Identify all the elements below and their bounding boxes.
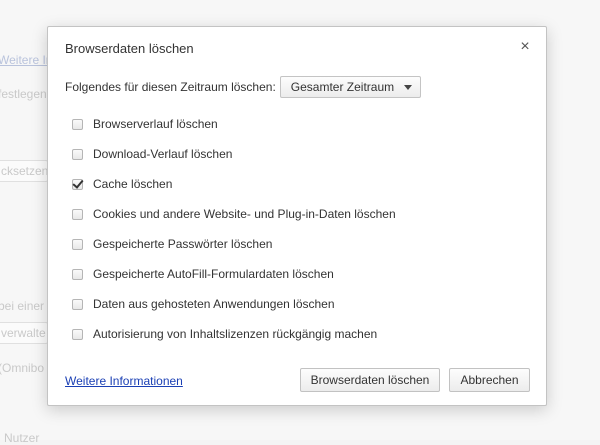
checkbox[interactable] <box>72 268 83 280</box>
option-download-history[interactable]: Download-Verlauf löschen <box>72 139 396 169</box>
option-passwords[interactable]: Gespeicherte Passwörter löschen <box>72 229 396 259</box>
option-label: Cache löschen <box>93 177 173 191</box>
checkbox[interactable] <box>72 148 83 160</box>
cancel-button[interactable]: Abbrechen <box>449 368 530 392</box>
option-autofill[interactable]: Gespeicherte AutoFill-Formulardaten lösc… <box>72 259 396 289</box>
data-type-options: Browserverlauf löschen Download-Verlauf … <box>72 109 396 349</box>
option-content-licenses[interactable]: Autorisierung von Inhaltslizenzen rückgä… <box>72 319 396 349</box>
option-label: Gespeicherte Passwörter löschen <box>93 237 273 251</box>
more-info-link[interactable]: Weitere Informationen <box>65 374 183 388</box>
time-period-select[interactable]: Gesamter Zeitraum <box>279 76 422 98</box>
time-period-selected-value: Gesamter Zeitraum <box>290 80 395 94</box>
option-label: Browserverlauf löschen <box>93 117 218 131</box>
option-cookies[interactable]: Cookies und andere Website- und Plug-in-… <box>72 199 396 229</box>
option-browsing-history[interactable]: Browserverlauf löschen <box>72 109 396 139</box>
checkbox[interactable] <box>72 238 83 250</box>
close-icon[interactable]: × <box>518 39 532 55</box>
clear-browsing-data-dialog: Browserdaten löschen × Folgendes für die… <box>47 26 547 406</box>
option-label: Daten aus gehosteten Anwendungen löschen <box>93 297 335 311</box>
bg-reset-field: cksetzen <box>0 160 48 182</box>
bg-manage-field: verwalte <box>0 322 48 344</box>
time-period-label: Folgendes für diesen Zeitraum löschen: <box>65 80 276 94</box>
checkbox[interactable] <box>72 208 83 220</box>
checkbox[interactable] <box>72 118 83 130</box>
bg-more-info-link: Weitere In <box>0 53 53 67</box>
checkbox[interactable] <box>72 328 83 340</box>
option-label: Cookies und andere Website- und Plug-in-… <box>93 207 396 221</box>
option-hosted-app-data[interactable]: Daten aus gehosteten Anwendungen löschen <box>72 289 396 319</box>
dialog-title: Browserdaten löschen <box>65 41 194 56</box>
option-label: Download-Verlauf löschen <box>93 147 233 161</box>
option-label: Autorisierung von Inhaltslizenzen rückgä… <box>93 327 378 341</box>
dropdown-arrow-icon <box>404 84 413 90</box>
bg-define-text: festlegen <box>0 87 47 101</box>
option-label: Gespeicherte AutoFill-Formulardaten lösc… <box>93 267 334 281</box>
time-period-row: Folgendes für diesen Zeitraum löschen: G… <box>65 76 422 98</box>
checkbox-checked[interactable] <box>72 178 83 190</box>
bg-omnibox-text: (Omnibo <box>0 361 45 375</box>
clear-data-button[interactable]: Browserdaten löschen <box>300 368 440 392</box>
option-cache[interactable]: Cache löschen <box>72 169 396 199</box>
checkbox[interactable] <box>72 298 83 310</box>
bg-at-one-text: bei einer <box>0 299 45 313</box>
bg-users-text: Nutzer <box>4 431 40 445</box>
